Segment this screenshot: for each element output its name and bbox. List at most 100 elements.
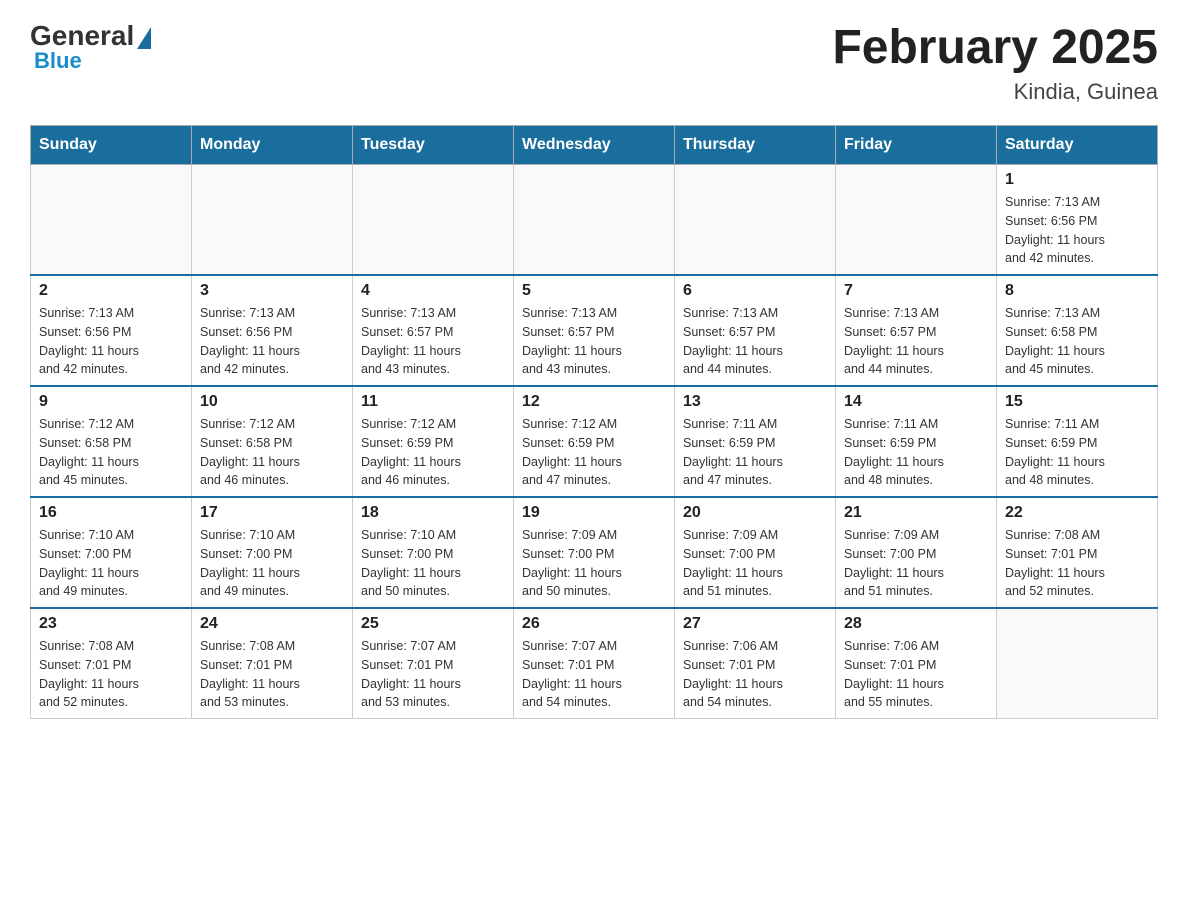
calendar-cell: 7 Sunrise: 7:13 AMSunset: 6:57 PMDaylight… [836, 275, 997, 386]
day-number: 7 [844, 282, 988, 300]
day-number: 18 [361, 504, 505, 522]
calendar-cell: 4Sunrise: 7:13 AMSunset: 6:57 PMDaylight… [353, 275, 514, 386]
day-number: 25 [361, 615, 505, 633]
calendar-cell [192, 165, 353, 276]
day-info: Sunrise: 7:06 AMSunset: 7:01 PMDaylight:… [844, 637, 988, 712]
day-info: Sunrise: 7:08 AMSunset: 7:01 PMDaylight:… [39, 637, 183, 712]
day-info: Sunrise: 7:13 AMSunset: 6:57 PMDaylight:… [683, 304, 827, 379]
calendar-cell: 27 Sunrise: 7:06 AMSunset: 7:01 PMDayligh… [675, 608, 836, 719]
day-number: 17 [200, 504, 344, 522]
day-number: 16 [39, 504, 183, 522]
calendar-cell: 24Sunrise: 7:08 AMSunset: 7:01 PMDayligh… [192, 608, 353, 719]
calendar-week-row: 23 Sunrise: 7:08 AMSunset: 7:01 PMDayligh… [31, 608, 1158, 719]
calendar-cell [514, 165, 675, 276]
day-number: 27 [683, 615, 827, 633]
day-number: 3 [200, 282, 344, 300]
calendar-cell: 10Sunrise: 7:12 AMSunset: 6:58 PMDayligh… [192, 386, 353, 497]
day-info: Sunrise: 7:07 AMSunset: 7:01 PMDaylight:… [361, 637, 505, 712]
logo-triangle-icon [137, 27, 151, 49]
day-number: 5 [522, 282, 666, 300]
calendar-cell: 3Sunrise: 7:13 AMSunset: 6:56 PMDaylight… [192, 275, 353, 386]
day-number: 6 [683, 282, 827, 300]
calendar-week-row: 16 Sunrise: 7:10 AMSunset: 7:00 PMDayligh… [31, 497, 1158, 608]
calendar-cell: 9Sunrise: 7:12 AMSunset: 6:58 PMDaylight… [31, 386, 192, 497]
day-number: 22 [1005, 504, 1149, 522]
day-info: Sunrise: 7:11 AMSunset: 6:59 PMDaylight:… [844, 415, 988, 490]
column-header-monday: Monday [192, 126, 353, 165]
day-info: Sunrise: 7:09 AMSunset: 7:00 PMDaylight:… [522, 526, 666, 601]
day-info: Sunrise: 7:13 AMSunset: 6:56 PMDaylight:… [39, 304, 183, 379]
calendar-cell: 13 Sunrise: 7:11 AMSunset: 6:59 PMDayligh… [675, 386, 836, 497]
day-info: Sunrise: 7:13 AMSunset: 6:57 PMDaylight:… [522, 304, 666, 379]
calendar-cell: 28Sunrise: 7:06 AMSunset: 7:01 PMDayligh… [836, 608, 997, 719]
calendar-cell: 26 Sunrise: 7:07 AMSunset: 7:01 PMDayligh… [514, 608, 675, 719]
day-info: Sunrise: 7:10 AMSunset: 7:00 PMDaylight:… [361, 526, 505, 601]
calendar-cell: 2 Sunrise: 7:13 AMSunset: 6:56 PMDaylight… [31, 275, 192, 386]
calendar-week-row: 1 Sunrise: 7:13 AMSunset: 6:56 PMDaylight… [31, 165, 1158, 276]
day-number: 9 [39, 393, 183, 411]
day-info: Sunrise: 7:09 AMSunset: 7:00 PMDaylight:… [683, 526, 827, 601]
calendar-table: SundayMondayTuesdayWednesdayThursdayFrid… [30, 125, 1158, 719]
calendar-cell: 22 Sunrise: 7:08 AMSunset: 7:01 PMDayligh… [997, 497, 1158, 608]
calendar-cell: 19 Sunrise: 7:09 AMSunset: 7:00 PMDayligh… [514, 497, 675, 608]
calendar-week-row: 9 Sunrise: 7:12 AMSunset: 6:58 PMDaylight… [31, 386, 1158, 497]
day-number: 19 [522, 504, 666, 522]
day-number: 13 [683, 393, 827, 411]
calendar-cell: 17Sunrise: 7:10 AMSunset: 7:00 PMDayligh… [192, 497, 353, 608]
calendar-cell: 23 Sunrise: 7:08 AMSunset: 7:01 PMDayligh… [31, 608, 192, 719]
column-header-sunday: Sunday [31, 126, 192, 165]
day-info: Sunrise: 7:09 AMSunset: 7:00 PMDaylight:… [844, 526, 988, 601]
calendar-week-row: 2 Sunrise: 7:13 AMSunset: 6:56 PMDaylight… [31, 275, 1158, 386]
column-header-saturday: Saturday [997, 126, 1158, 165]
day-number: 2 [39, 282, 183, 300]
day-number: 23 [39, 615, 183, 633]
calendar-cell: 6 Sunrise: 7:13 AMSunset: 6:57 PMDaylight… [675, 275, 836, 386]
calendar-cell: 14 Sunrise: 7:11 AMSunset: 6:59 PMDayligh… [836, 386, 997, 497]
calendar-cell: 8 Sunrise: 7:13 AMSunset: 6:58 PMDaylight… [997, 275, 1158, 386]
day-number: 1 [1005, 171, 1149, 189]
calendar-cell [997, 608, 1158, 719]
day-number: 20 [683, 504, 827, 522]
page-subtitle: Kindia, Guinea [832, 79, 1158, 105]
calendar-cell: 1 Sunrise: 7:13 AMSunset: 6:56 PMDaylight… [997, 165, 1158, 276]
calendar-cell: 20 Sunrise: 7:09 AMSunset: 7:00 PMDayligh… [675, 497, 836, 608]
calendar-cell: 18 Sunrise: 7:10 AMSunset: 7:00 PMDayligh… [353, 497, 514, 608]
column-header-thursday: Thursday [675, 126, 836, 165]
day-number: 15 [1005, 393, 1149, 411]
day-number: 14 [844, 393, 988, 411]
day-info: Sunrise: 7:12 AMSunset: 6:58 PMDaylight:… [200, 415, 344, 490]
page-title: February 2025 [832, 20, 1158, 75]
day-info: Sunrise: 7:11 AMSunset: 6:59 PMDaylight:… [683, 415, 827, 490]
day-info: Sunrise: 7:06 AMSunset: 7:01 PMDaylight:… [683, 637, 827, 712]
column-header-tuesday: Tuesday [353, 126, 514, 165]
title-section: February 2025 Kindia, Guinea [832, 20, 1158, 105]
day-info: Sunrise: 7:07 AMSunset: 7:01 PMDaylight:… [522, 637, 666, 712]
calendar-cell [836, 165, 997, 276]
day-info: Sunrise: 7:12 AMSunset: 6:59 PMDaylight:… [522, 415, 666, 490]
column-header-friday: Friday [836, 126, 997, 165]
column-header-wednesday: Wednesday [514, 126, 675, 165]
day-info: Sunrise: 7:13 AMSunset: 6:57 PMDaylight:… [844, 304, 988, 379]
calendar-header-row: SundayMondayTuesdayWednesdayThursdayFrid… [31, 126, 1158, 165]
day-info: Sunrise: 7:08 AMSunset: 7:01 PMDaylight:… [1005, 526, 1149, 601]
logo: General Blue [30, 20, 151, 74]
calendar-cell: 16 Sunrise: 7:10 AMSunset: 7:00 PMDayligh… [31, 497, 192, 608]
calendar-cell: 5 Sunrise: 7:13 AMSunset: 6:57 PMDaylight… [514, 275, 675, 386]
calendar-cell: 21 Sunrise: 7:09 AMSunset: 7:00 PMDayligh… [836, 497, 997, 608]
day-number: 26 [522, 615, 666, 633]
day-number: 21 [844, 504, 988, 522]
calendar-cell: 15Sunrise: 7:11 AMSunset: 6:59 PMDayligh… [997, 386, 1158, 497]
day-info: Sunrise: 7:12 AMSunset: 6:59 PMDaylight:… [361, 415, 505, 490]
day-info: Sunrise: 7:13 AMSunset: 6:58 PMDaylight:… [1005, 304, 1149, 379]
calendar-cell: 12 Sunrise: 7:12 AMSunset: 6:59 PMDayligh… [514, 386, 675, 497]
day-info: Sunrise: 7:10 AMSunset: 7:00 PMDaylight:… [39, 526, 183, 601]
day-number: 4 [361, 282, 505, 300]
day-number: 12 [522, 393, 666, 411]
day-info: Sunrise: 7:13 AMSunset: 6:56 PMDaylight:… [1005, 193, 1149, 268]
day-number: 8 [1005, 282, 1149, 300]
day-number: 24 [200, 615, 344, 633]
logo-blue-text: Blue [34, 48, 82, 74]
page-header: General Blue February 2025 Kindia, Guine… [30, 20, 1158, 105]
day-number: 11 [361, 393, 505, 411]
calendar-cell: 25 Sunrise: 7:07 AMSunset: 7:01 PMDayligh… [353, 608, 514, 719]
